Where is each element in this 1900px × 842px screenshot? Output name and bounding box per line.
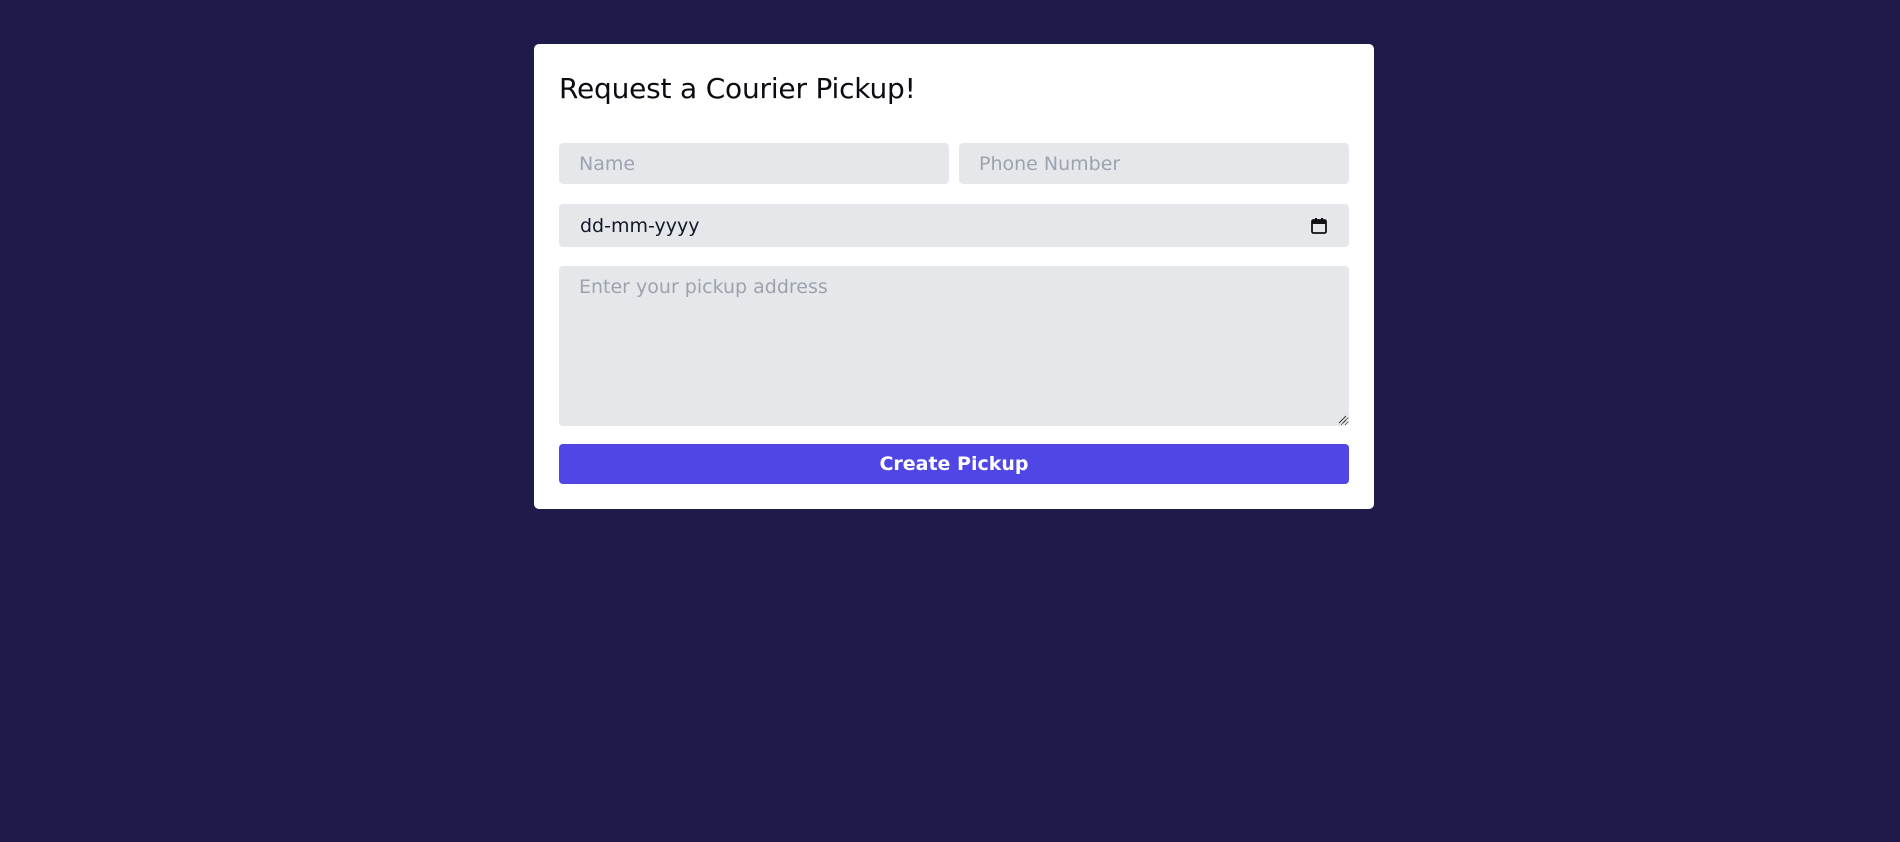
- date-placeholder: dd-mm-yyyy: [580, 214, 700, 237]
- submit-row: Create Pickup: [559, 444, 1349, 484]
- name-input[interactable]: [559, 143, 949, 184]
- create-pickup-button[interactable]: Create Pickup: [559, 444, 1349, 484]
- form-title: Request a Courier Pickup!: [559, 72, 916, 105]
- pickup-date-input[interactable]: dd-mm-yyyy: [559, 204, 1349, 247]
- address-row: [559, 266, 1349, 426]
- calendar-icon[interactable]: [1310, 217, 1328, 235]
- pickup-address-textarea[interactable]: [559, 266, 1349, 426]
- pickup-form-card: Request a Courier Pickup! dd-mm-yyyy Cre: [534, 44, 1374, 509]
- date-row: dd-mm-yyyy: [559, 204, 1349, 247]
- phone-number-input[interactable]: [959, 143, 1349, 184]
- name-phone-row: [559, 143, 1349, 184]
